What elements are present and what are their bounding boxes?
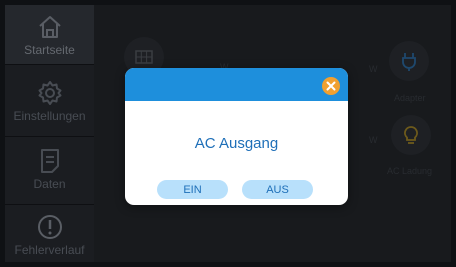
dialog-title: AC Ausgang <box>194 135 279 152</box>
close-button[interactable] <box>322 77 340 95</box>
on-button[interactable]: EIN <box>157 180 228 199</box>
ac-output-dialog: AC Ausgang EIN AUS <box>125 68 348 205</box>
app-screen: Startseite Einstellungen Daten Fehlerver… <box>5 5 451 262</box>
off-button[interactable]: AUS <box>242 180 313 199</box>
close-icon <box>326 81 336 91</box>
dialog-header <box>125 68 348 101</box>
